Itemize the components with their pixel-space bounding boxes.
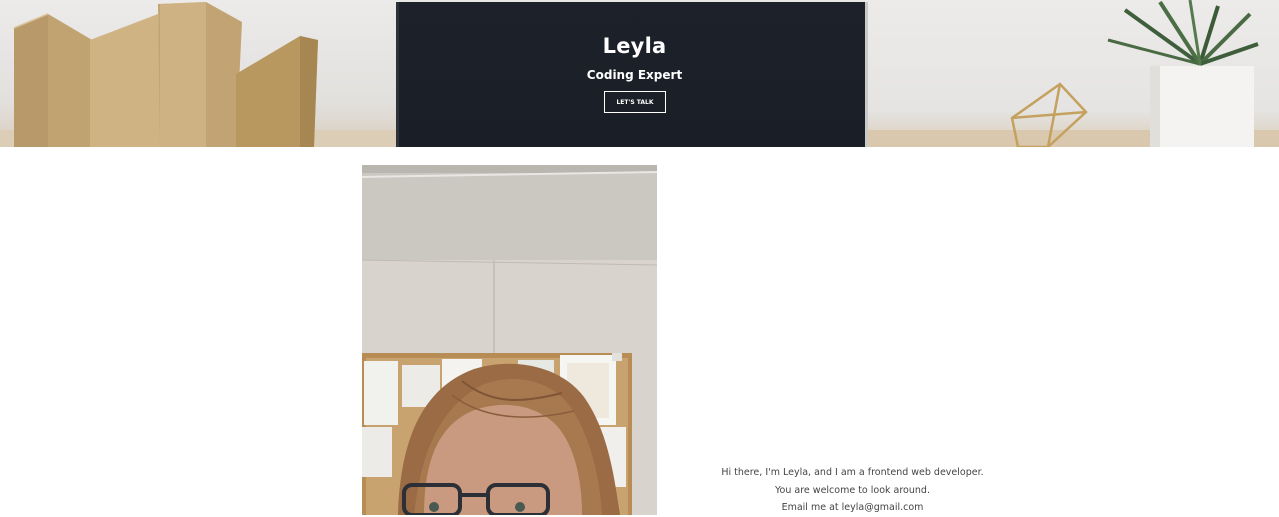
profile-photo [362,165,657,515]
geometric-ornament [1010,82,1088,147]
about-email: Email me at leyla@gmail.com [781,502,924,513]
profile-photo-illustration [362,165,657,515]
about-welcome: You are welcome to look around. [775,484,930,496]
lets-talk-button[interactable]: LET'S TALK [604,91,666,113]
hero-banner: Leyla Coding Expert LET'S TALK [0,0,1279,147]
about-intro: Hi there, I'm Leyla, and I am a frontend… [721,467,984,478]
hero-subtitle: Coding Expert [586,68,683,82]
hero-name: Leyla [602,34,667,58]
about-section: Hi there, I'm Leyla, and I am a frontend… [700,464,1005,517]
